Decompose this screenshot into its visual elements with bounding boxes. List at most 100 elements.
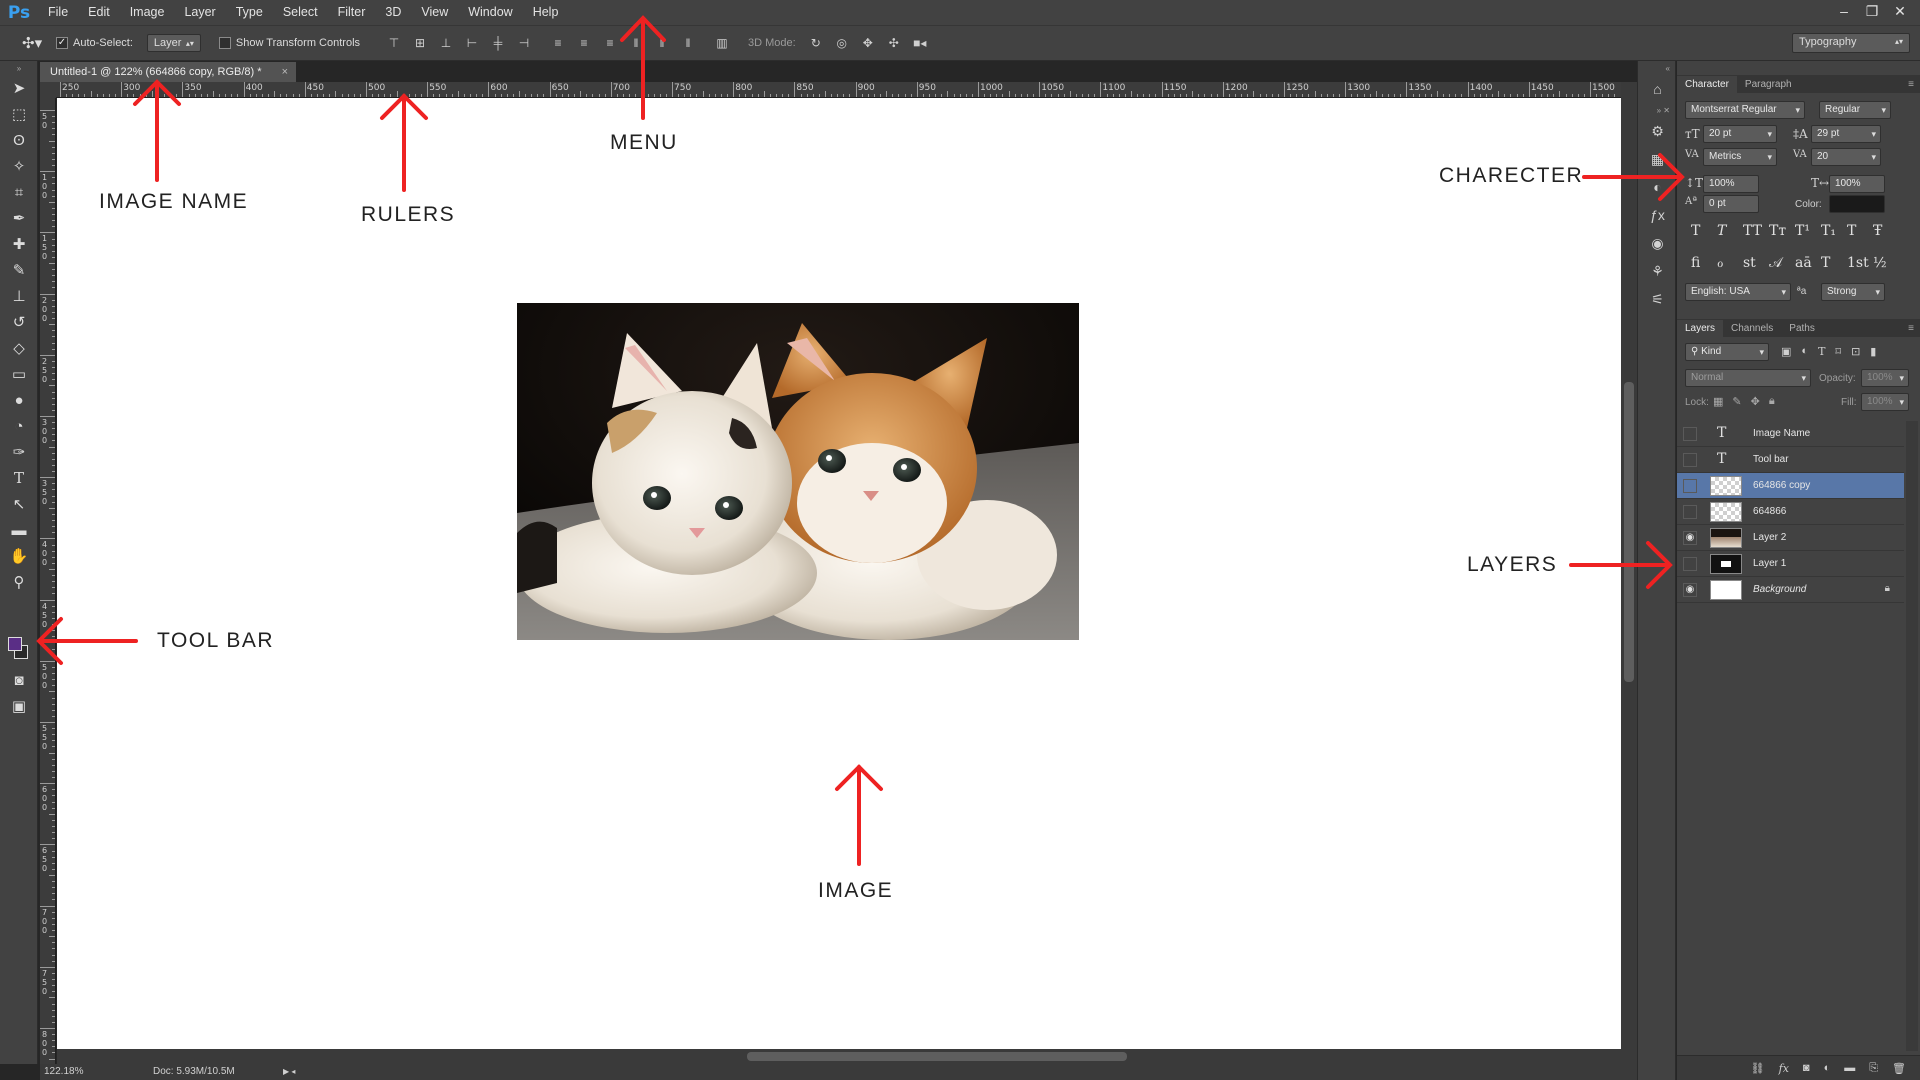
toolbar-collapse-icon[interactable]: » [0, 61, 38, 75]
layer-row[interactable]: ◉ Layer 2 [1677, 525, 1904, 551]
menu-edit[interactable]: Edit [78, 0, 120, 25]
3d-slide-icon[interactable]: ✣ [886, 36, 902, 50]
vertical-scroll-thumb[interactable] [1624, 382, 1634, 682]
layer-lock-icon[interactable]: 🔒︎ [1885, 583, 1890, 594]
distribute-right-icon[interactable]: ‖ [680, 36, 696, 50]
opentype-4-button[interactable]: aā [1795, 255, 1812, 271]
visibility-toggle[interactable] [1683, 505, 1697, 519]
eraser-tool-icon[interactable]: ◇ [0, 335, 38, 361]
menu-window[interactable]: Window [458, 0, 522, 25]
layer-row[interactable]: Layer 1 [1677, 551, 1904, 577]
menu-select[interactable]: Select [273, 0, 328, 25]
text-color-swatch[interactable] [1829, 195, 1885, 213]
status-menu-arrow-icon[interactable]: ▶ ◂ [283, 1064, 295, 1080]
distribute-vcenter-icon[interactable]: ≡ [576, 36, 592, 50]
font-size-field[interactable]: 20 pt [1703, 125, 1777, 143]
move-tool-preset-icon[interactable]: ✣▾ [22, 34, 56, 52]
auto-select-target-dropdown[interactable]: Layer [146, 34, 201, 52]
vertical-scale-field[interactable]: 100% [1703, 175, 1759, 193]
adjustments-panel-icon[interactable]: ◐ [1638, 173, 1677, 201]
layers-panel-menu-icon[interactable]: ≡ [1908, 320, 1920, 337]
marquee-tool-icon[interactable]: ⬚ [0, 101, 38, 127]
workspace-switcher[interactable]: Typography [1792, 33, 1910, 53]
move-tool-icon[interactable]: ➤ [0, 75, 38, 101]
visibility-toggle[interactable] [1683, 453, 1697, 467]
font-style-select[interactable]: Regular [1819, 101, 1891, 119]
link-layers-icon[interactable]: ⛓ [1751, 1062, 1765, 1075]
3d-pan-icon[interactable]: ✥ [860, 36, 876, 50]
opentype-2-button[interactable]: st [1743, 255, 1756, 271]
opentype-6-button[interactable]: 1st [1847, 255, 1869, 271]
type-style-3-button[interactable]: Tт [1769, 223, 1786, 239]
layer-row[interactable]: 664866 [1677, 499, 1904, 525]
3d-orbit-icon[interactable]: ↻ [808, 36, 824, 50]
strip-collapse-icon[interactable]: « [1638, 61, 1675, 75]
tab-channels[interactable]: Channels [1723, 320, 1781, 337]
tracking-field[interactable]: 20 [1811, 148, 1881, 166]
align-horizontal-centers-icon[interactable]: ╪ [490, 36, 506, 50]
align-right-edges-icon[interactable]: ⊣ [516, 36, 532, 50]
lock-transparency-icon[interactable]: ▦ [1713, 395, 1723, 408]
rectangle-tool-icon[interactable]: ▬ [0, 517, 38, 543]
swatches-panel-icon[interactable]: ▦ [1638, 145, 1677, 173]
3d-roll-icon[interactable]: ◎ [834, 36, 850, 50]
type-style-7-button[interactable]: Ŧ [1873, 223, 1882, 239]
zoom-tool-icon[interactable]: ⚲ [0, 569, 38, 595]
language-select[interactable]: English: USA [1685, 283, 1791, 301]
dodge-tool-icon[interactable]: ◔ [0, 413, 38, 439]
add-mask-icon[interactable]: ◙ [1803, 1062, 1810, 1074]
tool-presets-icon[interactable]: ⚟ [1638, 285, 1677, 313]
gradient-tool-icon[interactable]: ▭ [0, 361, 38, 387]
crop-tool-icon[interactable]: ⌗ [0, 179, 38, 205]
horizontal-scroll-thumb[interactable] [747, 1052, 1127, 1061]
ruler-origin[interactable] [40, 82, 56, 98]
visibility-toggle[interactable] [1683, 479, 1697, 493]
pen-tool-icon[interactable]: ✑ [0, 439, 38, 465]
panel-menu-icon[interactable]: ≡ [1908, 76, 1920, 93]
leading-field[interactable]: 29 pt [1811, 125, 1881, 143]
type-style-4-button[interactable]: T¹ [1795, 223, 1810, 239]
quick-mask-icon[interactable]: ◙ [0, 667, 38, 693]
menu-help[interactable]: Help [523, 0, 569, 25]
menu-view[interactable]: View [411, 0, 458, 25]
align-left-edges-icon[interactable]: ⊢ [464, 36, 480, 50]
layers-scrollbar[interactable] [1906, 421, 1918, 1051]
tab-paths[interactable]: Paths [1781, 320, 1823, 337]
filter-shape-icon[interactable]: ⌑ [1835, 345, 1841, 358]
history-panel-icon[interactable]: ⌂ [1638, 75, 1677, 103]
path-selection-tool-icon[interactable]: ↖ [0, 491, 38, 517]
layer-filter-select[interactable]: ⚲ Kind [1685, 343, 1769, 361]
close-window-icon[interactable]: ✕ [1886, 0, 1914, 22]
healing-brush-tool-icon[interactable]: ✚ [0, 231, 38, 257]
brush-tool-icon[interactable]: ✎ [0, 257, 38, 283]
properties-panel-icon[interactable]: ⚙ [1638, 117, 1677, 145]
auto-select-checkbox[interactable]: ✓ [56, 37, 68, 49]
distribute-top-icon[interactable]: ≡ [550, 36, 566, 50]
filter-type-icon[interactable]: T [1818, 345, 1825, 358]
strip-expand-icon[interactable]: » ✕ [1638, 103, 1675, 117]
close-document-icon[interactable]: × [282, 62, 288, 82]
visibility-eye-icon[interactable]: ◉ [1683, 531, 1697, 545]
opacity-field[interactable]: 100% [1861, 369, 1909, 387]
filter-pixel-icon[interactable]: ▣ [1781, 345, 1791, 358]
distribute-bottom-icon[interactable]: ≡ [602, 36, 618, 50]
vertical-scrollbar[interactable] [1621, 82, 1637, 1064]
show-transform-checkbox[interactable] [218, 37, 231, 49]
screen-mode-icon[interactable]: ▣ [0, 693, 38, 719]
type-style-5-button[interactable]: T₁ [1821, 223, 1836, 239]
opentype-3-button[interactable]: 𝒜 [1769, 255, 1782, 271]
layer-row[interactable]: 664866 copy [1677, 473, 1904, 499]
auto-align-layers-icon[interactable]: ▥ [714, 36, 730, 50]
new-layer-icon[interactable]: ⎘ [1869, 1062, 1878, 1075]
menu-3d[interactable]: 3D [375, 0, 411, 25]
type-style-1-button[interactable]: T [1717, 223, 1726, 239]
minimize-icon[interactable]: – [1830, 0, 1858, 22]
styles-panel-icon[interactable]: ƒx [1638, 201, 1677, 229]
type-style-2-button[interactable]: TT [1743, 223, 1762, 239]
3d-scale-icon[interactable]: ■◂ [912, 36, 928, 50]
horizontal-scale-field[interactable]: 100% [1829, 175, 1885, 193]
restore-icon[interactable]: ❐ [1858, 0, 1886, 22]
menu-image[interactable]: Image [120, 0, 175, 25]
filter-toggle-icon[interactable]: ▮ [1870, 345, 1876, 358]
zoom-level[interactable]: 122.18% [44, 1064, 83, 1080]
